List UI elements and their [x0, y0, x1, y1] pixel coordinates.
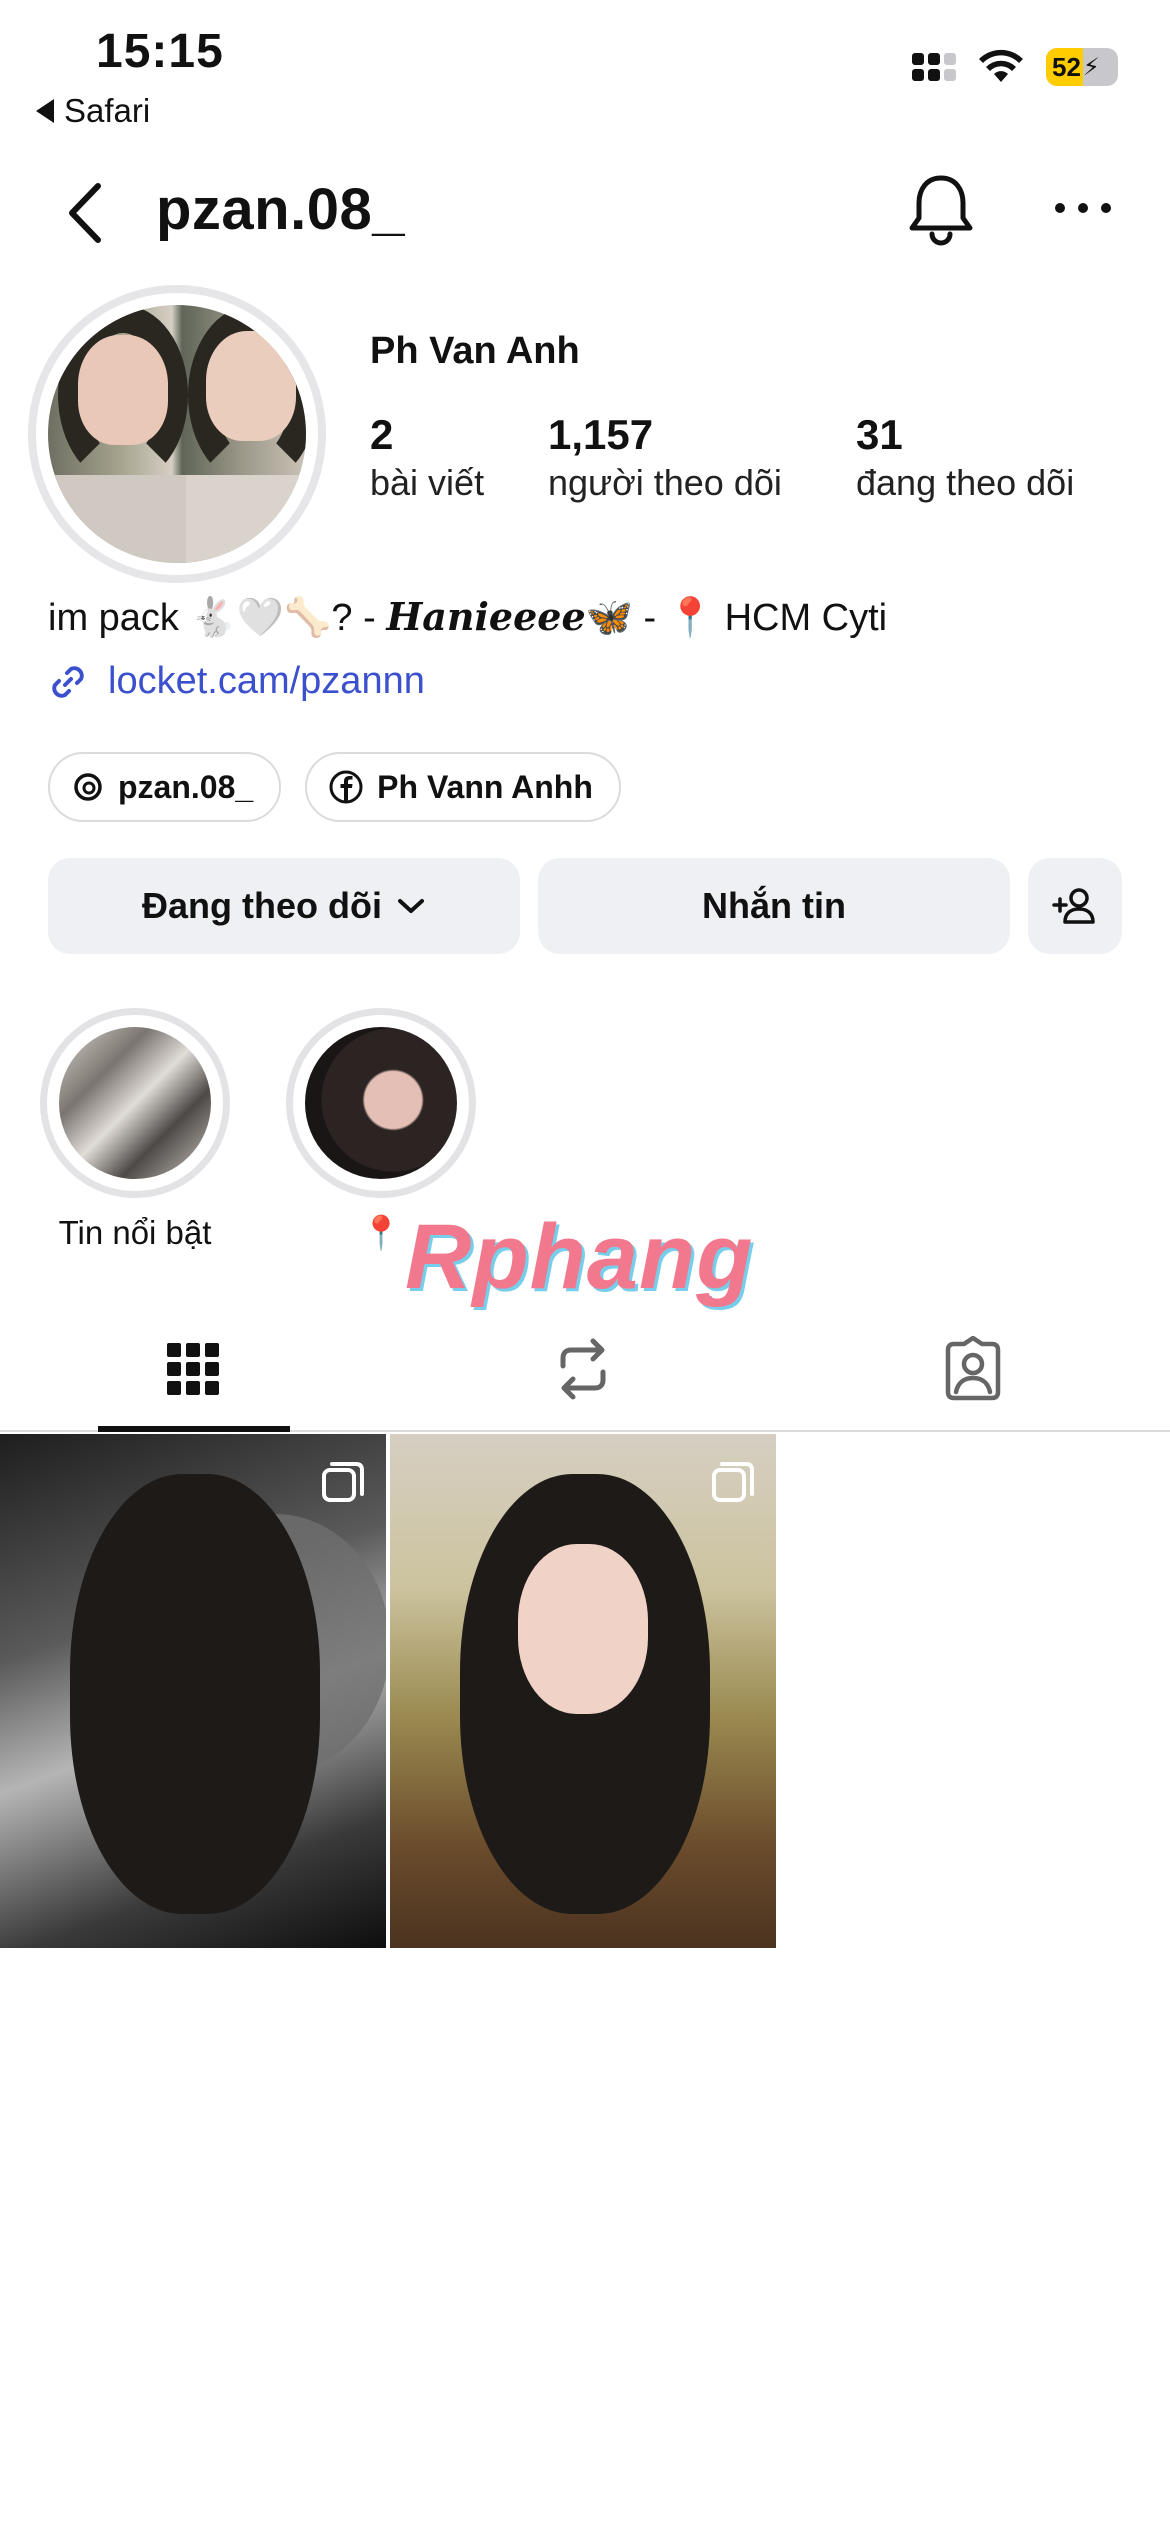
link-icon: [52, 665, 84, 698]
following-count-label: đang theo dõi: [856, 462, 1075, 504]
grid-icon: [167, 1343, 219, 1395]
following-button[interactable]: Đang theo dõi: [48, 858, 520, 954]
status-icons: 52 ⚡: [912, 48, 1118, 86]
bio-prefix: im pack 🐇🤍🦴? -: [48, 597, 387, 639]
following-count[interactable]: 31 đang theo dõi: [856, 411, 1075, 504]
highlight-ring: [286, 1008, 476, 1198]
active-tab-indicator: [98, 1426, 290, 1432]
posts-count-label: bài viết: [370, 462, 485, 504]
highlight-item[interactable]: Tin nổi bật: [40, 1008, 230, 1253]
back-to-app-link[interactable]: Safari: [36, 92, 150, 130]
chevron-down-icon: [397, 899, 424, 913]
cellular-signal-icon: [912, 53, 956, 81]
posts-count-value: 2: [370, 411, 394, 458]
status-time: 15:15: [96, 25, 224, 78]
battery-percent: 52: [1052, 51, 1081, 82]
followers-count[interactable]: 1,157 người theo dõi: [548, 411, 856, 504]
tab-reposts[interactable]: [486, 1328, 680, 1410]
highlight-label: 📍: [360, 1214, 402, 1251]
avatar-image: [48, 305, 306, 563]
watermark-logo: Rphang: [405, 1206, 754, 1308]
threads-chip[interactable]: pzan.08_: [48, 752, 282, 822]
profile-actions: Đang theo dõi Nhắn tin: [48, 858, 1122, 954]
profile-avatar[interactable]: [28, 285, 326, 583]
back-app-label: Safari: [64, 92, 151, 129]
profile-username: pzan.08_: [156, 177, 405, 242]
suggest-users-button[interactable]: [1028, 858, 1122, 954]
facebook-chip-label: Ph Vann Anhh: [377, 768, 593, 805]
reposts-icon: [560, 1338, 606, 1400]
followers-count-label: người theo dõi: [548, 462, 782, 504]
message-button[interactable]: Nhắn tin: [538, 858, 1010, 954]
threads-icon: [74, 773, 102, 801]
link-text[interactable]: locket.cam/pzannn: [108, 660, 425, 703]
profile-bio: im pack 🐇🤍🦴? - Hanieeee🦋 - 📍 HCM Cyti: [48, 594, 887, 640]
post-thumbnail[interactable]: [0, 1434, 386, 1948]
profile-chips: pzan.08_ Ph Vann Anhh: [48, 752, 621, 822]
carousel-icon: [322, 1462, 364, 1502]
more-icon[interactable]: [1048, 188, 1118, 228]
back-triangle-icon: [36, 99, 54, 123]
profile-link[interactable]: locket.cam/pzannn: [48, 660, 425, 703]
wifi-icon: [979, 49, 1023, 82]
tab-posts-grid[interactable]: [96, 1328, 290, 1410]
highlight-label: Tin nổi bật: [58, 1214, 212, 1251]
message-button-label: Nhắn tin: [702, 885, 846, 926]
profile-full-name: Ph Van Anh: [370, 330, 580, 372]
posts-grid: [0, 1434, 776, 1948]
highlight-cover: [59, 1027, 211, 1179]
tab-tagged[interactable]: [876, 1328, 1070, 1410]
carousel-icon: [712, 1462, 754, 1502]
followers-count-value: 1,157: [548, 411, 654, 458]
profile-header: pzan.08_: [0, 160, 1170, 260]
profile-stats: 2 bài viết 1,157 người theo dõi 31 đang …: [370, 411, 1075, 504]
battery-icon: 52 ⚡: [1046, 48, 1118, 86]
facebook-chip[interactable]: Ph Vann Anhh: [305, 752, 621, 822]
profile-tabs: [0, 1308, 1170, 1432]
posts-count[interactable]: 2 bài viết: [370, 411, 548, 504]
threads-chip-label: pzan.08_: [118, 768, 254, 805]
charging-bolt-icon: ⚡: [1082, 53, 1100, 81]
post-thumbnail[interactable]: [390, 1434, 776, 1948]
status-bar: 15:15 Safari 52 ⚡: [0, 0, 1170, 140]
add-user-icon: [1052, 888, 1095, 924]
bio-name: Hanieeee: [386, 594, 586, 639]
following-button-label: Đang theo dõi: [142, 885, 382, 926]
bio-suffix: 🦋 - 📍 HCM Cyti: [585, 597, 888, 639]
tagged-icon: [945, 1336, 1001, 1401]
facebook-icon: [329, 770, 363, 804]
following-count-value: 31: [856, 411, 903, 458]
highlight-cover: [305, 1027, 457, 1179]
bell-icon[interactable]: [906, 170, 976, 250]
chevron-left-icon[interactable]: [58, 178, 118, 248]
highlight-ring: [40, 1008, 230, 1198]
